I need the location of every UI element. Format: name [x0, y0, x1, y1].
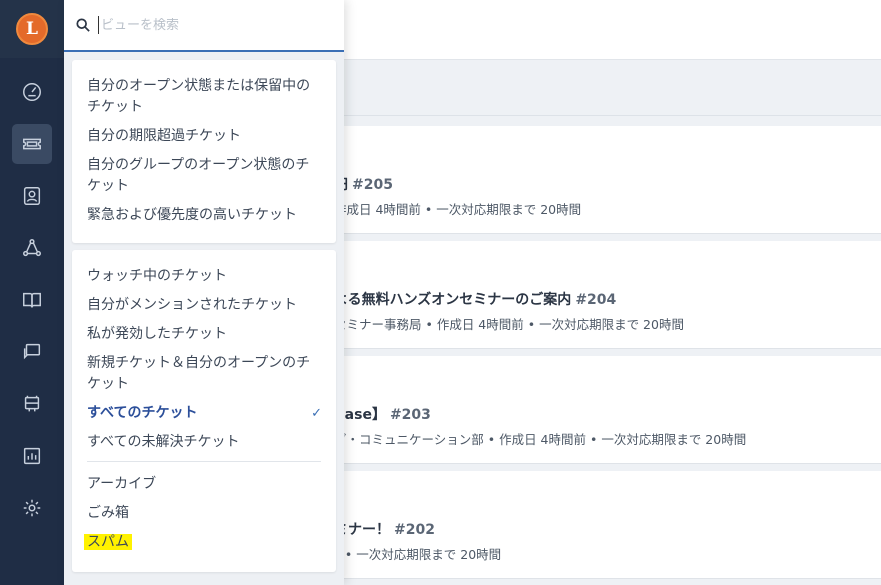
brand-logo[interactable]: L — [16, 13, 48, 45]
dashboard-icon — [23, 83, 41, 101]
asset-icon — [24, 395, 40, 412]
ticket-subject[interactable]: ミナー！ #202 — [334, 519, 435, 539]
views-group-personal: 自分のオープン状態または保留中のチケット 自分の期限超過チケット 自分のグループ… — [72, 60, 336, 243]
views-group-all: ウォッチ中のチケット 自分がメンションされたチケット 私が発効したチケット 新規… — [72, 250, 336, 572]
ticket-icon — [23, 138, 41, 150]
ticket-meta: グ・コミュニケーション部 • 作成日 4時間前 • 一次対応期限まで 20時間 — [334, 432, 747, 447]
ticket-number: #203 — [389, 407, 431, 423]
ticket-meta: セミナー事務局 • 作成日 4時間前 • 一次対応期限まで 20時間 — [334, 317, 684, 332]
view-item-spam[interactable]: スパム — [72, 532, 336, 553]
view-item-trash[interactable]: ごみ箱 — [72, 503, 336, 524]
chat-icon — [23, 343, 41, 360]
rail-knowledge[interactable] — [12, 280, 52, 320]
checkmark-icon: ✓ — [311, 406, 322, 421]
rail-chat[interactable] — [12, 332, 52, 372]
ticket-meta: ii • 一次対応期限まで 20時間 — [334, 547, 502, 562]
rail-contacts[interactable] — [12, 176, 52, 216]
view-search-box — [64, 0, 344, 52]
divider — [87, 461, 321, 462]
nav-rail: L — [0, 0, 64, 585]
ticket-subject[interactable]: よる無料ハンズオンセミナーのご案内 #204 — [334, 289, 616, 309]
view-item-label: すべてのチケット — [87, 405, 198, 421]
view-item[interactable]: 自分のオープン状態または保留中のチケット — [72, 76, 336, 118]
view-item-archive[interactable]: アーカイブ — [72, 474, 336, 495]
rail-reports[interactable] — [12, 436, 52, 476]
rail-dashboard[interactable] — [12, 72, 52, 112]
ticket-meta: 作成日 4時間前 • 一次対応期限まで 20時間 — [334, 202, 582, 217]
logo-area: L — [0, 0, 64, 58]
knowledge-book-icon — [23, 292, 41, 308]
contact-icon — [23, 187, 41, 205]
view-item[interactable]: 自分がメンションされたチケット — [72, 295, 336, 316]
view-item[interactable]: 緊急および優先度の高いチケット — [72, 205, 336, 226]
text-caret — [98, 16, 99, 34]
ticket-subject[interactable]: Base】 #203 — [334, 404, 431, 424]
view-item[interactable]: 自分の期限超過チケット — [72, 126, 336, 147]
search-icon — [76, 18, 90, 32]
ticket-number: #202 — [394, 522, 435, 538]
view-item[interactable]: 新規チケット＆自分のオープンのチケット — [72, 353, 336, 395]
network-icon — [23, 239, 41, 257]
view-item[interactable]: すべての未解決チケット — [72, 432, 336, 453]
view-item[interactable]: 自分のグループのオープン状態のチケット — [72, 155, 336, 197]
view-item[interactable]: ウォッチ中のチケット — [72, 266, 336, 287]
view-selector-dropdown: 自分のオープン状態または保留中のチケット 自分の期限超過チケット 自分のグループ… — [64, 0, 344, 585]
gear-icon — [23, 499, 41, 517]
ticket-number: #205 — [352, 177, 393, 193]
rail-settings[interactable] — [12, 488, 52, 528]
highlighted-label: スパム — [84, 534, 132, 550]
view-search-input[interactable] — [101, 17, 331, 33]
ticket-subject-text: よる無料ハンズオンセミナーのご案内 — [334, 292, 572, 308]
rail-assets[interactable] — [12, 384, 52, 424]
rail-tickets[interactable] — [12, 124, 52, 164]
reports-icon — [23, 447, 41, 465]
view-item-selected[interactable]: すべてのチケット ✓ — [72, 403, 336, 424]
rail-groups[interactable] — [12, 228, 52, 268]
view-item[interactable]: 私が発効したチケット — [72, 324, 336, 345]
ticket-number: #204 — [575, 292, 617, 308]
